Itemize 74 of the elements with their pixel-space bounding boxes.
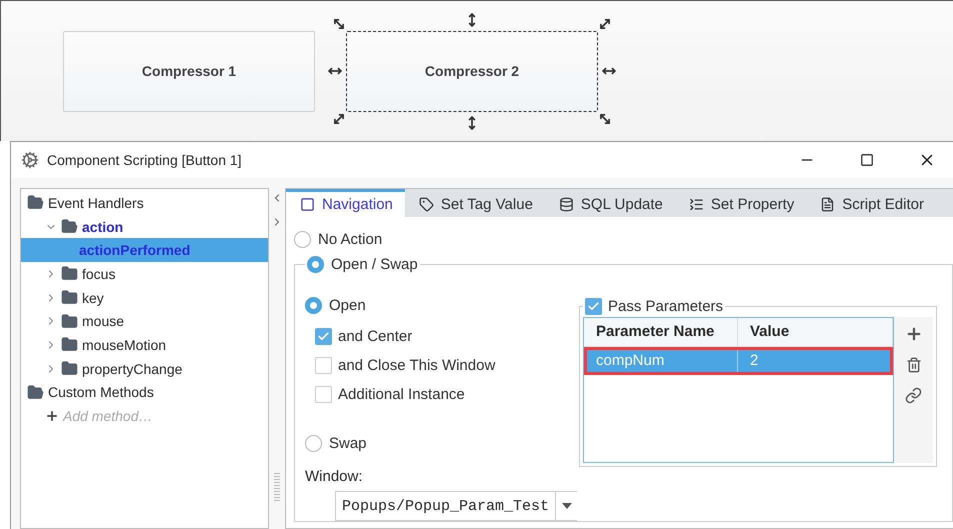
tab[interactable]: Navigation <box>286 189 405 217</box>
database-icon <box>558 197 574 212</box>
maximize-icon[interactable] <box>860 153 874 167</box>
tree-label: mouse <box>82 313 124 330</box>
tree-item[interactable]: key <box>21 286 268 310</box>
plus-icon <box>45 409 59 424</box>
folder-icon <box>61 218 78 236</box>
dropdown-button[interactable] <box>555 492 578 520</box>
checkbox[interactable]: and Close This Window <box>305 351 565 380</box>
trash-icon[interactable] <box>906 357 922 373</box>
column-header[interactable]: Value <box>738 318 893 346</box>
tree-label: mouseMotion <box>82 336 166 353</box>
folder-icon <box>27 194 44 212</box>
caret-down-icon <box>562 503 572 509</box>
resize-handle-icon[interactable] <box>332 16 346 30</box>
document-icon <box>820 197 836 212</box>
tab[interactable]: Script Editor <box>806 189 936 217</box>
radio-icon[interactable] <box>305 297 322 314</box>
tree-label: focus <box>82 266 116 282</box>
tree-item[interactable]: focus <box>21 262 268 286</box>
square-icon <box>300 197 315 212</box>
tree-item[interactable]: mouseMotion <box>21 333 268 357</box>
tree-label: Custom Methods <box>48 384 154 400</box>
tree-item[interactable]: mouse <box>21 309 268 334</box>
link-icon[interactable] <box>905 387 922 404</box>
tree-item[interactable]: Event Handlers <box>21 191 268 215</box>
component-button[interactable]: Compressor 1 <box>63 30 315 112</box>
folder-icon <box>61 289 78 306</box>
radio-icon[interactable] <box>305 435 322 452</box>
resize-handle-icon[interactable] <box>332 112 346 126</box>
radio-button[interactable]: Open <box>305 297 565 314</box>
tag-icon <box>418 197 434 212</box>
checkbox-icon[interactable] <box>315 386 332 403</box>
tab[interactable]: Set Property <box>674 189 806 217</box>
add-icon[interactable] <box>904 325 922 343</box>
column-header[interactable]: Parameter Name <box>584 318 738 346</box>
radio-button[interactable]: Swap <box>305 435 565 452</box>
list-icon <box>688 197 704 212</box>
folder-icon <box>61 336 78 354</box>
tree-item[interactable]: propertyChange <box>21 356 268 380</box>
resize-handle-icon[interactable] <box>598 16 612 30</box>
checkbox[interactable]: Pass Parameters <box>585 295 724 317</box>
folder-icon <box>61 360 78 378</box>
tree-item[interactable]: action <box>21 214 268 238</box>
resize-handle-icon[interactable] <box>598 112 612 126</box>
window-title: Component Scripting [Button 1] <box>47 152 243 168</box>
tree-item[interactable]: Custom Methods <box>21 380 268 404</box>
radio-button[interactable]: No Action <box>294 231 953 248</box>
radio-icon[interactable] <box>294 231 311 248</box>
folder-icon <box>27 384 44 401</box>
tab[interactable]: Set Tag Value <box>404 189 545 217</box>
checkbox-icon[interactable] <box>315 328 332 345</box>
tree-label: Add method… <box>63 408 152 424</box>
tree-label: key <box>82 290 104 306</box>
radio-button[interactable]: Open / Swap <box>307 256 418 273</box>
tree-label: Event Handlers <box>48 194 144 211</box>
gears-icon <box>21 151 39 169</box>
tab[interactable]: SQL Update <box>544 189 675 217</box>
checkbox-icon[interactable] <box>315 357 332 374</box>
tree-label: actionPerformed <box>79 242 190 258</box>
table-cell: compNum <box>584 347 738 375</box>
checkbox-icon[interactable] <box>585 298 602 314</box>
tree-label: propertyChange <box>82 360 182 377</box>
radio-icon[interactable] <box>307 256 324 273</box>
dropdown-value: Popups/Popup_Param_Test <box>341 497 550 517</box>
folder-icon <box>61 265 78 282</box>
checkbox[interactable]: Additional Instance <box>305 380 565 409</box>
field-label: Window: <box>305 468 364 485</box>
table-cell: 2 <box>738 347 893 375</box>
checkbox[interactable]: and Center <box>305 322 565 351</box>
folder-icon <box>61 312 78 330</box>
window-dropdown[interactable]: Popups/Popup_Param_Test <box>335 491 577 521</box>
tree-label: action <box>82 218 124 235</box>
component-button[interactable]: Compressor 2 <box>346 30 598 112</box>
